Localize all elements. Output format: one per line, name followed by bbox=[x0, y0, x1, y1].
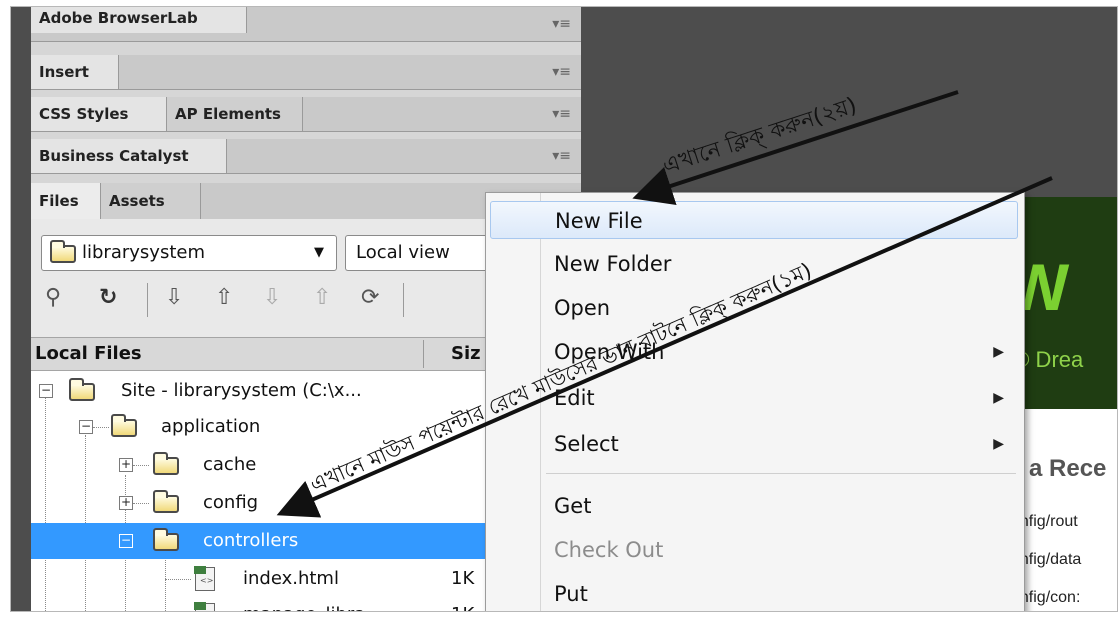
connect-icon[interactable]: ⚲ bbox=[45, 285, 61, 310]
tab-business-catalyst[interactable]: Business Catalyst bbox=[31, 139, 227, 173]
folder-icon bbox=[153, 452, 179, 475]
put-icon[interactable]: ⇧ bbox=[215, 285, 233, 310]
menu-separator bbox=[546, 473, 1016, 474]
panel-insert: Insert ▾≡ bbox=[31, 55, 581, 90]
panel-options-icon[interactable]: ▾≡ bbox=[552, 55, 571, 89]
collapse-icon[interactable]: − bbox=[79, 420, 93, 434]
context-menu: New File New Folder Open Open With ▶ Edi… bbox=[485, 192, 1025, 611]
tab-files[interactable]: Files bbox=[31, 183, 101, 219]
panel-adobe-browserlab: Adobe BrowserLab ▾≡ bbox=[31, 7, 581, 42]
tree-item-label: Site - librarysystem (C:\x... bbox=[121, 380, 362, 401]
menu-item-label: Open bbox=[554, 296, 611, 320]
folder-icon bbox=[153, 490, 179, 513]
menu-item-label: Check Out bbox=[554, 538, 664, 562]
menu-item-label: Get bbox=[554, 494, 592, 518]
chevron-down-icon: ▼ bbox=[314, 245, 324, 260]
expand-icon[interactable]: + bbox=[119, 458, 133, 472]
menu-item-label: Put bbox=[554, 582, 588, 606]
tab-adobe-browserlab[interactable]: Adobe BrowserLab bbox=[31, 7, 247, 33]
column-divider[interactable] bbox=[423, 340, 424, 368]
tab-css-styles[interactable]: CSS Styles bbox=[31, 97, 167, 131]
screenshot-frame: Adobe BrowserLab ▾≡ Insert ▾≡ CSS Styles… bbox=[10, 6, 1118, 612]
tree-item-label: config bbox=[203, 492, 259, 513]
checkin-icon[interactable]: ⇧ bbox=[313, 285, 331, 310]
tab-insert[interactable]: Insert bbox=[31, 55, 119, 89]
tree-guide bbox=[133, 465, 149, 466]
tab-assets[interactable]: Assets bbox=[101, 183, 201, 219]
panel-options-icon[interactable]: ▾≡ bbox=[552, 139, 571, 173]
column-local-files[interactable]: Local Files bbox=[35, 338, 142, 370]
panel-business-catalyst: Business Catalyst ▾≡ bbox=[31, 139, 581, 174]
menu-item-check-out[interactable]: Check Out bbox=[490, 531, 1018, 569]
recent-heading: a Rece bbox=[1029, 455, 1107, 482]
menu-item-put[interactable]: Put bbox=[490, 575, 1018, 611]
html-file-icon bbox=[194, 566, 215, 591]
tree-item-label: cache bbox=[203, 454, 257, 475]
tree-item-label: index.html bbox=[243, 568, 339, 589]
tree-item-label: controllers bbox=[203, 530, 299, 551]
site-dropdown[interactable]: librarysystem ▼ bbox=[41, 235, 337, 271]
get-icon[interactable]: ⇩ bbox=[165, 285, 183, 310]
view-dropdown-value: Local view bbox=[356, 242, 450, 263]
tree-guide bbox=[165, 579, 191, 580]
submenu-arrow-icon: ▶ bbox=[993, 344, 1004, 360]
toolbar-divider bbox=[403, 283, 404, 317]
tree-guide bbox=[93, 427, 109, 428]
menu-item-new-file[interactable]: New File bbox=[490, 201, 1018, 239]
html-file-icon bbox=[194, 602, 215, 611]
toolbar-divider bbox=[147, 283, 148, 317]
tree-item-label: application bbox=[161, 416, 261, 437]
site-dropdown-value: librarysystem bbox=[82, 242, 205, 263]
menu-item-label: Select bbox=[554, 432, 619, 456]
checkout-icon[interactable]: ⇩ bbox=[263, 285, 281, 310]
menu-item-label: New Folder bbox=[554, 252, 672, 276]
submenu-arrow-icon: ▶ bbox=[993, 390, 1004, 406]
tree-guide bbox=[133, 503, 149, 504]
folder-icon bbox=[69, 378, 95, 401]
panel-options-icon[interactable]: ▾≡ bbox=[552, 7, 571, 41]
site-folder-icon bbox=[50, 240, 76, 263]
sync-icon[interactable]: ⟳ bbox=[361, 285, 379, 310]
expand-icon[interactable]: + bbox=[119, 496, 133, 510]
tab-ap-elements[interactable]: AP Elements bbox=[167, 97, 303, 131]
menu-item-select[interactable]: Select ▶ bbox=[490, 425, 1018, 463]
folder-icon bbox=[153, 528, 179, 551]
tree-item-label: manage_libra bbox=[243, 597, 365, 611]
folder-icon bbox=[111, 414, 137, 437]
column-size[interactable]: Siz bbox=[451, 338, 481, 370]
panel-options-icon[interactable]: ▾≡ bbox=[552, 97, 571, 131]
menu-item-label: New File bbox=[555, 209, 643, 233]
tree-item-size: 1K bbox=[451, 597, 474, 611]
panel-css-styles: CSS Styles AP Elements ▾≡ bbox=[31, 97, 581, 132]
collapse-icon[interactable]: − bbox=[39, 384, 53, 398]
menu-item-get[interactable]: Get bbox=[490, 487, 1018, 525]
refresh-icon[interactable]: ↻ bbox=[99, 285, 117, 310]
submenu-arrow-icon: ▶ bbox=[993, 436, 1004, 452]
collapse-icon[interactable]: − bbox=[119, 534, 133, 548]
tree-item-size: 1K bbox=[451, 568, 475, 589]
